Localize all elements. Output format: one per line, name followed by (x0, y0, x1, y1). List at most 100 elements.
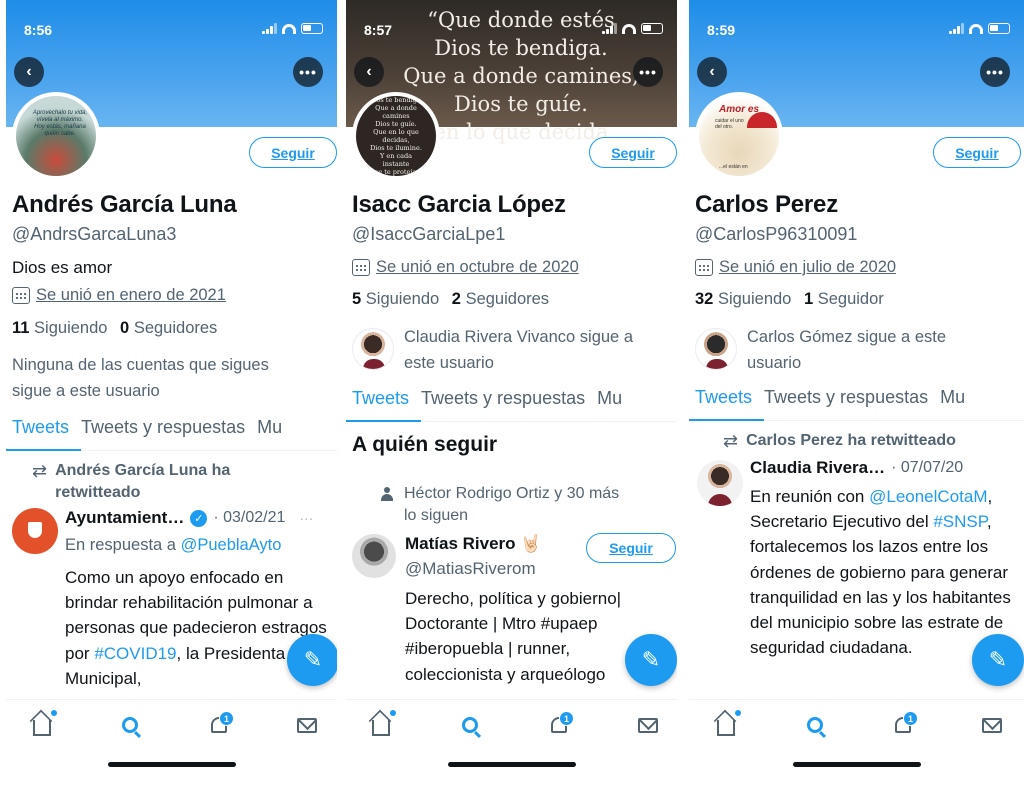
tab-notifications[interactable]: 1 (546, 711, 574, 738)
signal-icon (602, 23, 617, 34)
tab-media[interactable]: Mu (934, 379, 971, 420)
suggestion-name[interactable]: Matías Rivero 🤘🏻 (405, 534, 541, 554)
joined-date[interactable]: Se unió en julio de 2020 (695, 258, 896, 277)
home-icon (372, 719, 390, 736)
tab-messages[interactable] (979, 712, 1005, 738)
tweet-avatar[interactable] (697, 460, 743, 506)
back-button[interactable]: ‹ (14, 57, 44, 87)
more-icon: ••• (639, 64, 657, 80)
tab-tweets-replies[interactable]: Tweets y respuestas (415, 380, 591, 421)
compose-button[interactable]: ✎ (625, 634, 677, 686)
tab-media[interactable]: Mu (251, 409, 288, 450)
status-time: 8:57 (364, 22, 393, 38)
status-time: 8:56 (24, 22, 53, 38)
profile-avatar[interactable]: “Que donde estés Dios te bendiga. Que a … (352, 92, 440, 180)
who-to-follow-title: A quién seguir (352, 433, 498, 456)
profile-panel-2: “Que donde estés Dios te bendiga. Que a … (346, 0, 677, 787)
mail-icon (638, 717, 658, 733)
back-button[interactable]: ‹ (354, 57, 384, 87)
tab-tweets[interactable]: Tweets (6, 409, 82, 451)
tab-tweets[interactable]: Tweets (689, 379, 765, 421)
profile-tabs: Tweets Tweets y respuestas Mu (346, 380, 677, 422)
reply-mention[interactable]: @PueblaAyto (181, 536, 282, 554)
home-indicator (107, 762, 236, 767)
following-link[interactable]: 11 Siguiendo (12, 319, 107, 337)
compose-icon: ✎ (303, 647, 323, 672)
avatar-footer: ...el están en (719, 164, 748, 170)
profile-handle: @AndrsGarcaLuna3 (12, 224, 177, 244)
suggestion-note: Héctor Rodrigo Ortiz y 30 más lo siguen (380, 483, 619, 527)
battery-icon (988, 23, 1010, 34)
suggestion-handle: @MatiasRiverom (405, 559, 536, 578)
profile-tabs: Tweets Tweets y respuestas Mu (6, 409, 337, 451)
suggestion-avatar[interactable] (352, 534, 396, 578)
joined-date[interactable]: Se unió en octubre de 2020 (352, 258, 579, 277)
follow-stats: 32 Siguiendo 1 Seguidor (695, 290, 884, 309)
following-link[interactable]: 5 Siguiendo (352, 290, 439, 308)
tweet[interactable]: ⇄ Carlos Perez ha retwitteado Claudia Ri… (689, 422, 1024, 657)
profile-name: Carlos Perez (695, 191, 839, 218)
tab-notifications[interactable]: 1 (206, 711, 234, 738)
followed-by-text: Claudia Rivera Vivanco sigue a este usua… (404, 328, 633, 372)
tweet-mention[interactable]: @LeonelCotaM (869, 487, 987, 506)
tweet-avatar[interactable] (12, 508, 58, 554)
followed-by-text: Carlos Gómez sigue a este usuario (747, 328, 947, 372)
follow-stats: 5 Siguiendo 2 Seguidores (352, 290, 549, 309)
chevron-left-icon: ‹ (709, 63, 715, 80)
bottom-tab-bar: 1 (6, 699, 337, 787)
retweet-icon: ⇄ (32, 461, 48, 481)
follow-button[interactable]: Seguir (589, 137, 677, 168)
bell-icon: 1 (211, 711, 234, 733)
tweet-hashtag[interactable]: #SNSP (933, 512, 987, 531)
follow-button[interactable]: Seguir (249, 137, 337, 168)
more-button[interactable]: ••• (980, 57, 1010, 87)
compose-button[interactable]: ✎ (287, 634, 337, 686)
tab-home[interactable] (29, 710, 57, 738)
back-button[interactable]: ‹ (697, 57, 727, 87)
followers-link[interactable]: 1 Seguidor (804, 290, 884, 308)
compose-button[interactable]: ✎ (972, 634, 1024, 686)
profile-avatar[interactable]: Amor es cuidar el uno del otro. ...el es… (695, 92, 783, 180)
suggestion-follow-button[interactable]: Seguir (586, 533, 676, 563)
person-icon (380, 487, 394, 501)
tab-search[interactable] (117, 712, 143, 738)
profile-name: Isacc Garcia López (352, 191, 566, 218)
followers-link[interactable]: 2 Seguidores (452, 290, 549, 308)
more-button[interactable]: ••• (633, 57, 663, 87)
follow-stats: 11 Siguiendo 0 Seguidores (12, 319, 217, 338)
followed-by[interactable]: Carlos Gómez sigue a este usuario (695, 328, 946, 376)
more-button[interactable]: ••• (293, 57, 323, 87)
following-link[interactable]: 32 Siguiendo (695, 290, 791, 308)
followed-by[interactable]: Claudia Rivera Vivanco sigue a este usua… (352, 328, 633, 376)
tab-messages[interactable] (635, 712, 661, 738)
tab-search[interactable] (802, 712, 828, 738)
tweet-author[interactable]: Ayuntamient… (65, 508, 184, 528)
tweet-more-icon[interactable]: ··· (299, 510, 313, 526)
followed-by-text: Ninguna de las cuentas que sigues sigue … (12, 356, 269, 400)
tab-home[interactable] (368, 710, 396, 738)
tab-search[interactable] (457, 712, 483, 738)
tab-tweets[interactable]: Tweets (346, 380, 422, 422)
tweet-date: · 07/07/20 (891, 459, 964, 476)
tab-tweets-replies[interactable]: Tweets y respuestas (758, 379, 934, 420)
status-icons (949, 23, 1010, 34)
battery-icon (641, 23, 663, 34)
status-icons (602, 23, 663, 34)
tab-notifications[interactable]: 1 (890, 711, 918, 738)
followers-link[interactable]: 0 Seguidores (120, 319, 217, 337)
profile-avatar[interactable]: Aprovechalo tu vida, vívela al máximo. H… (12, 92, 100, 180)
joined-date[interactable]: Se unió en enero de 2021 (12, 286, 226, 305)
tweet-hashtag[interactable]: #COVID19 (94, 644, 176, 663)
profile-name: Andrés García Luna (12, 191, 237, 218)
tab-messages[interactable] (294, 712, 320, 738)
follow-button[interactable]: Seguir (933, 137, 1021, 168)
tweet-header: Claudia Rivera… · 07/07/20 (750, 458, 963, 478)
tab-home[interactable] (713, 710, 741, 738)
bottom-tab-bar: 1 (689, 699, 1024, 787)
tab-tweets-replies[interactable]: Tweets y respuestas (75, 409, 251, 450)
battery-icon (301, 23, 323, 34)
wifi-icon (969, 23, 983, 34)
verified-icon: ✓ (190, 509, 208, 527)
tab-media[interactable]: Mu (591, 380, 628, 421)
tweet-author[interactable]: Claudia Rivera… (750, 458, 885, 478)
